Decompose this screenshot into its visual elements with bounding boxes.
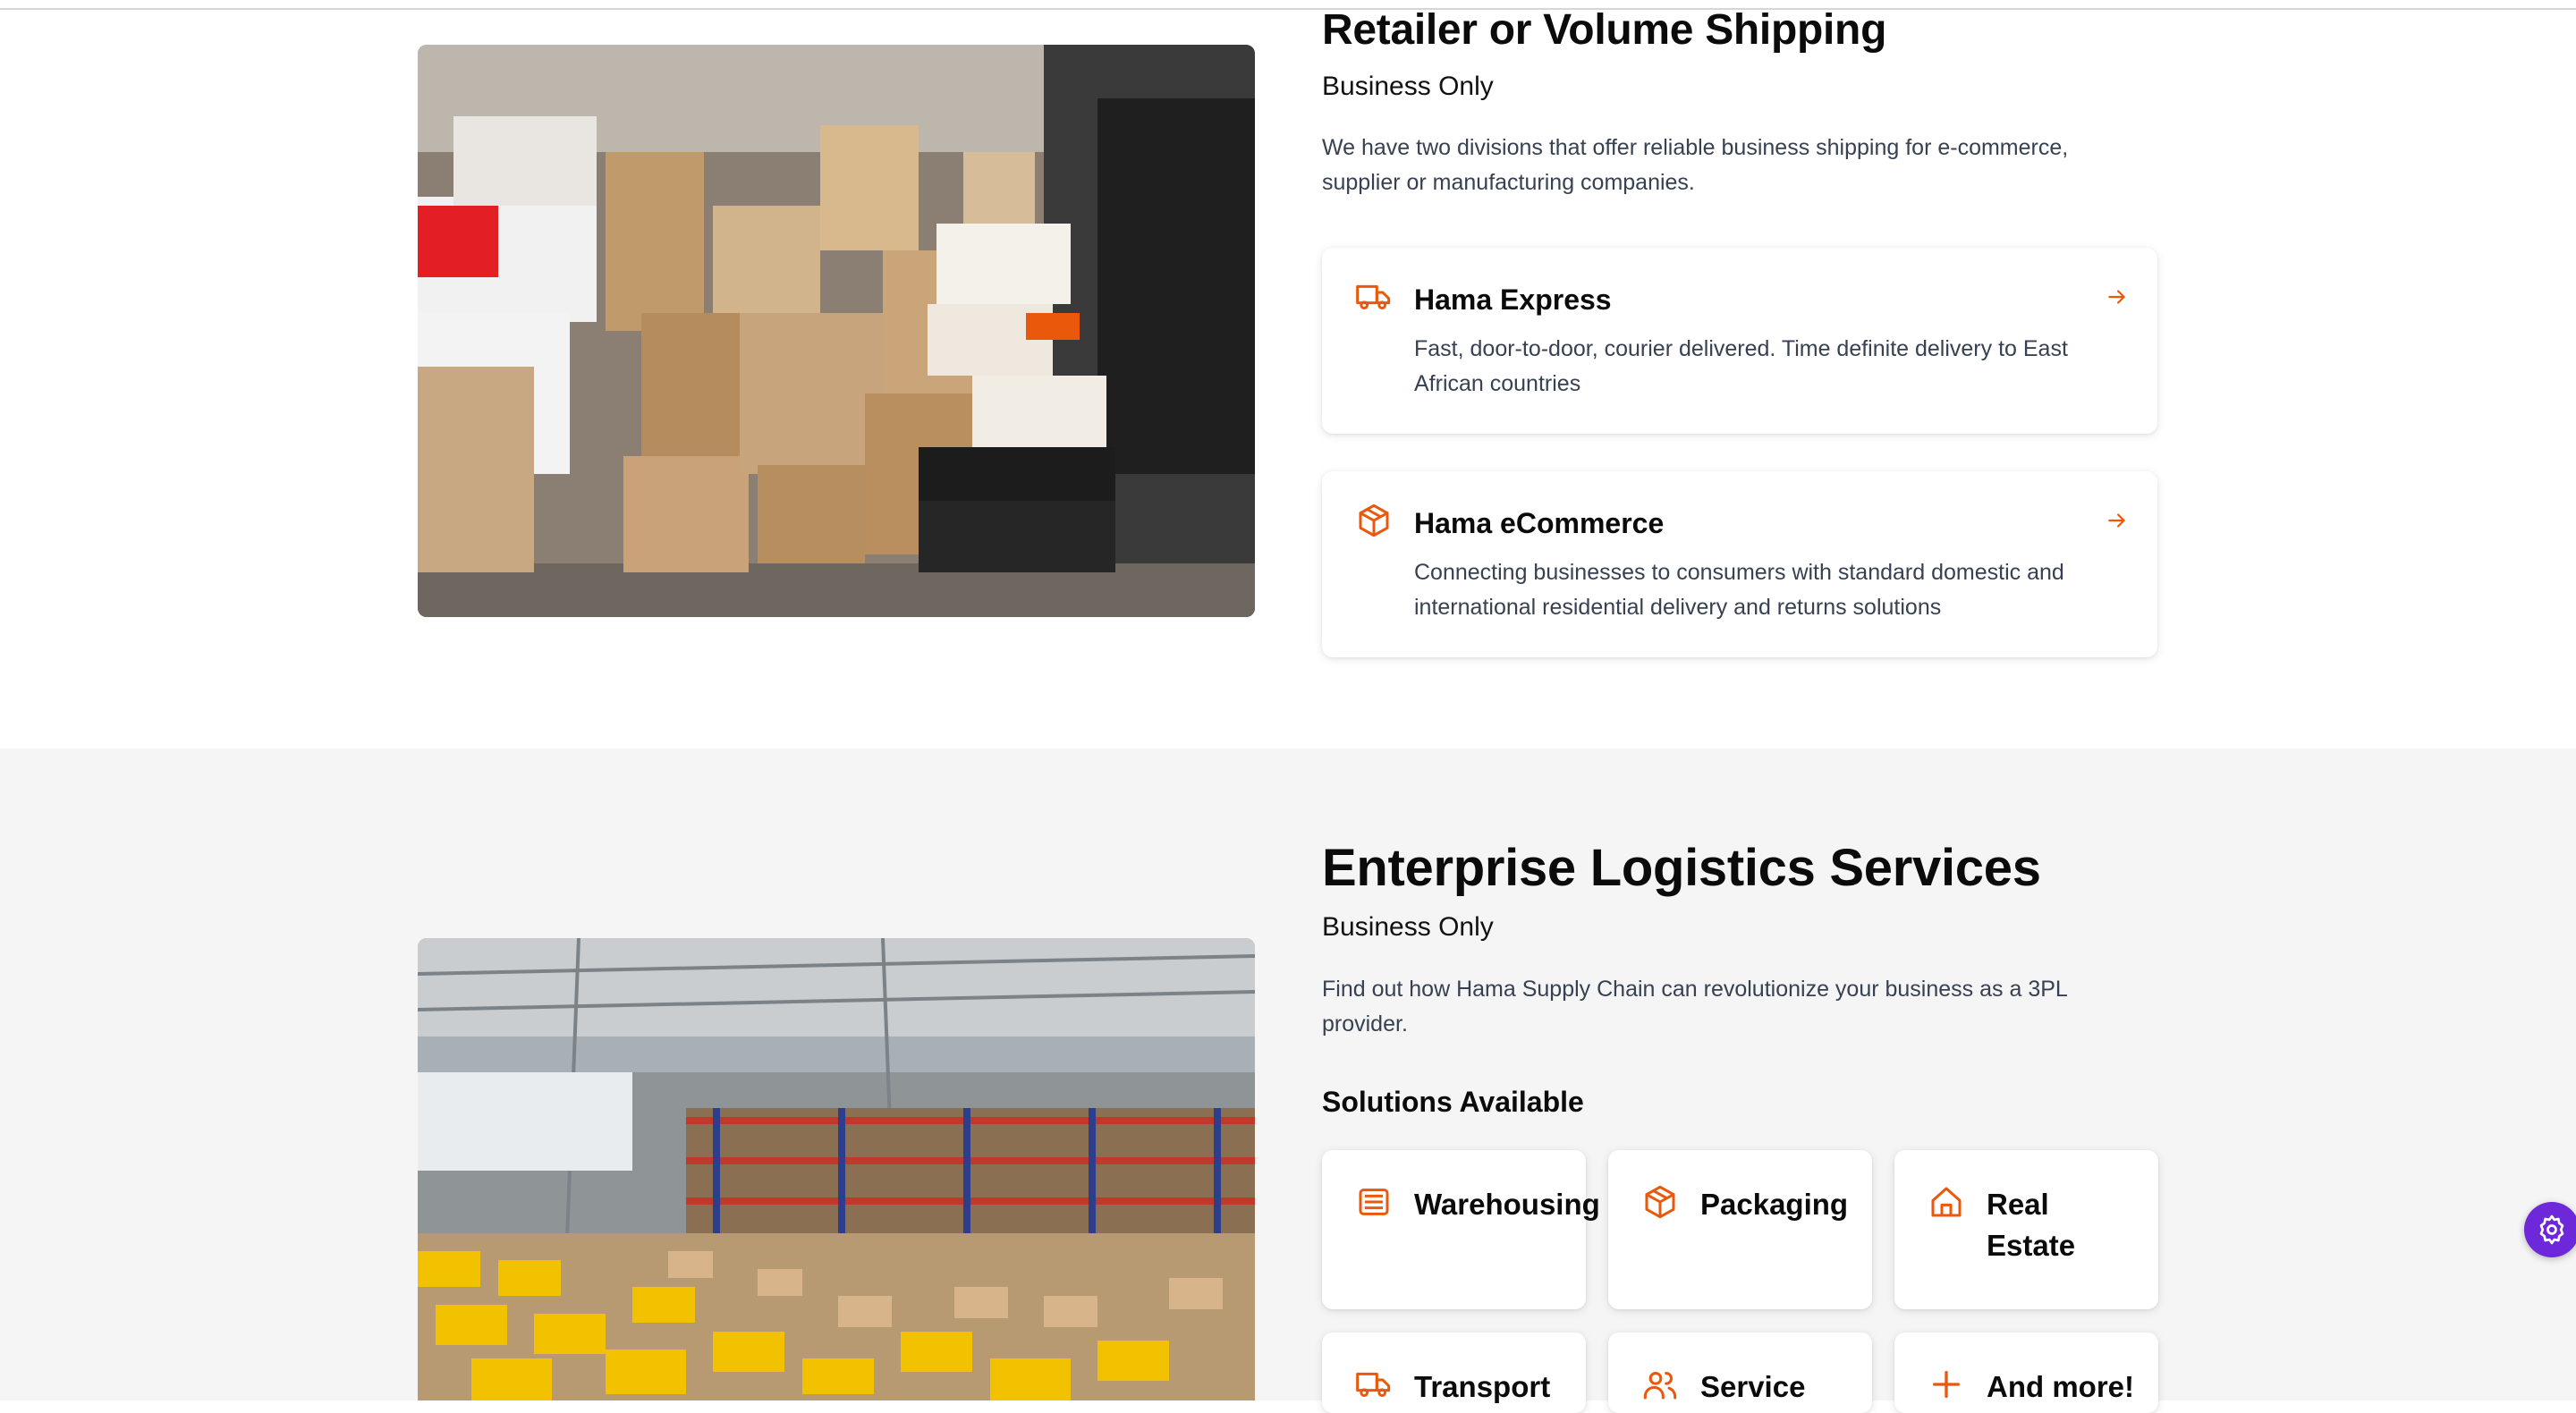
solution-label: Warehousing	[1414, 1188, 1600, 1221]
gear-icon	[2539, 1214, 2564, 1245]
settings-button[interactable]	[2524, 1202, 2576, 1257]
solution-tile-warehousing[interactable]: Warehousing	[1322, 1150, 1600, 1309]
enterprise-title: Enterprise Logistics Services	[1322, 839, 2041, 897]
hama-express-card[interactable]: Hama Express Fast, door-to-door, courier…	[1322, 248, 2157, 434]
retail-subtitle: Business Only	[1322, 72, 1494, 101]
package-icon	[1356, 503, 1392, 538]
truck-icon	[1356, 1366, 1392, 1402]
retail-title: Retailer or Volume Shipping	[1322, 6, 1887, 54]
plus-icon	[1928, 1366, 1964, 1402]
parcels-photo	[418, 45, 1255, 617]
solution-tile-packaging[interactable]: Packaging	[1608, 1150, 1872, 1309]
warehouse-photo	[418, 938, 1255, 1400]
solution-label: Real Estate	[1987, 1188, 2076, 1262]
users-icon	[1642, 1366, 1678, 1402]
truck-icon	[1356, 279, 1392, 315]
enterprise-description: Find out how Hama Supply Chain can revol…	[1322, 977, 2067, 1036]
solution-tile-service[interactable]: Service	[1608, 1333, 1872, 1413]
warehouse-icon	[1356, 1184, 1392, 1220]
hama-express-description: Fast, door-to-door, courier delivered. T…	[1414, 336, 2068, 396]
hama-express-title: Hama Express	[1414, 283, 1612, 316]
retail-description: We have two divisions that offer reliabl…	[1322, 135, 2069, 195]
hama-ecommerce-title: Hama eCommerce	[1414, 507, 1665, 539]
solution-tile-real-estate[interactable]: Real Estate	[1894, 1150, 2158, 1309]
arrow-right-icon[interactable]	[2106, 509, 2129, 532]
home-icon	[1928, 1184, 1964, 1220]
retail-section	[0, 10, 2576, 749]
hama-ecommerce-description: Connecting businesses to consumers with …	[1414, 560, 2064, 620]
solution-label: Service	[1700, 1370, 1806, 1403]
solution-tile-transport[interactable]: Transport	[1322, 1333, 1586, 1413]
package-icon	[1642, 1184, 1678, 1220]
hama-ecommerce-card[interactable]: Hama eCommerce Connecting businesses to …	[1322, 471, 2157, 657]
browser-top-border	[0, 0, 2576, 10]
solutions-heading: Solutions Available	[1322, 1086, 1584, 1118]
enterprise-subtitle: Business Only	[1322, 912, 1494, 942]
enterprise-section	[0, 749, 2576, 1400]
solution-label: Packaging	[1700, 1188, 1849, 1221]
solution-label: And more!	[1987, 1370, 2134, 1403]
arrow-right-icon[interactable]	[2106, 285, 2129, 309]
solution-label: Transport	[1414, 1370, 1551, 1403]
solution-tile-and-more[interactable]: And more!	[1894, 1333, 2158, 1413]
